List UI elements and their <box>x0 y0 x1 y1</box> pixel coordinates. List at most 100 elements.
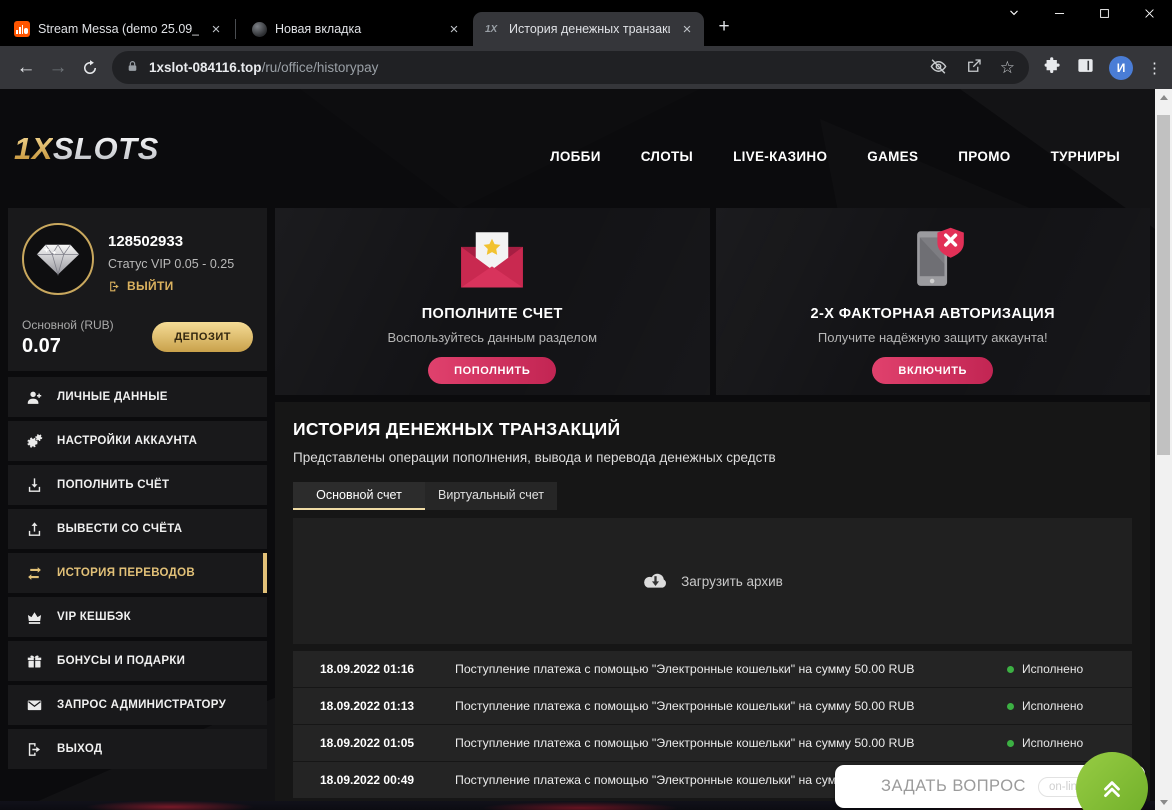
toolbar-icons: И ⋮ <box>1043 55 1162 80</box>
profile-avatar[interactable]: И <box>1109 55 1133 80</box>
vip-status: Статус VIP 0.05 - 0.25 <box>108 257 235 271</box>
transaction-description: Поступление платежа с помощью "Электронн… <box>455 699 915 713</box>
sidebar-item-exit[interactable]: ВЫХОД <box>8 729 267 769</box>
promo-title: ПОПОЛНИТЕ СЧЕТ <box>421 306 563 322</box>
top-up-button[interactable]: ПОПОЛНИТЬ <box>428 357 557 384</box>
new-tab-button[interactable]: + <box>710 13 738 41</box>
sidebar-item-transfer-history[interactable]: ИСТОРИЯ ПЕРЕВОДОВ <box>8 553 267 593</box>
page-scrollbar[interactable] <box>1155 89 1172 810</box>
browser-tab-newtab[interactable]: Новая вкладка × <box>240 12 471 46</box>
promo-subtitle: Получите надёжную защиту аккаунта! <box>817 330 1048 345</box>
nav-tournaments[interactable]: ТУРНИРЫ <box>1051 149 1120 164</box>
status-dot-icon <box>1007 702 1014 710</box>
close-tab-icon[interactable]: × <box>678 20 696 38</box>
browser-menu-icon[interactable]: ⋮ <box>1147 59 1162 77</box>
enable-2fa-button[interactable]: ВКЛЮЧИТЬ <box>872 357 994 384</box>
nav-promo[interactable]: ПРОМО <box>958 149 1010 164</box>
window-controls <box>1007 6 1156 20</box>
close-tab-icon[interactable]: × <box>207 20 225 38</box>
diamond-avatar-icon <box>22 223 94 295</box>
transaction-date: 18.09.2022 00:49 <box>320 773 415 787</box>
account-tabs: Основной счет Виртуальный счет <box>293 482 1132 510</box>
1x-favicon: 1X <box>485 23 498 35</box>
nav-games[interactable]: GAMES <box>867 149 918 164</box>
share-icon[interactable] <box>965 57 983 78</box>
status-dot-icon <box>1007 739 1014 747</box>
download-archive-button[interactable]: Загрузить архив <box>293 518 1132 644</box>
status-badge: Исполнено <box>1007 699 1132 713</box>
history-panel: ИСТОРИЯ ДЕНЕЖНЫХ ТРАНЗАКЦИЙ Представлены… <box>275 402 1150 810</box>
minimize-icon[interactable] <box>1053 7 1066 20</box>
browser-toolbar: ← → 1xslot-084116.top/ru/office/historyp… <box>0 46 1172 89</box>
extensions-puzzle-icon[interactable] <box>1043 56 1062 80</box>
reload-icon[interactable] <box>74 52 106 84</box>
site-logo[interactable]: 1XSLOTS <box>14 131 159 167</box>
page-title: ИСТОРИЯ ДЕНЕЖНЫХ ТРАНЗАКЦИЙ <box>293 419 621 439</box>
status-badge: Исполнено <box>1007 662 1132 676</box>
nav-live-casino[interactable]: LIVE-КАЗИНО <box>733 149 827 164</box>
gears-icon <box>27 433 43 448</box>
exit-icon <box>28 742 41 756</box>
tab-title: Новая вкладка <box>275 22 362 36</box>
logo-slots: SLOTS <box>52 131 159 166</box>
tab-main-account[interactable]: Основной счет <box>293 482 425 510</box>
deposit-button[interactable]: ДЕПОЗИТ <box>152 322 253 352</box>
page-subtitle: Представлены операции пополнения, вывода… <box>293 450 776 465</box>
url-path: /ru/office/historypay <box>261 60 379 75</box>
sidebar-item-bonuses[interactable]: БОНУСЫ И ПОДАРКИ <box>8 641 267 681</box>
soundcloud-icon <box>14 21 30 37</box>
promo-title: 2-Х ФАКТОРНАЯ АВТОРИЗАЦИЯ <box>810 306 1055 322</box>
table-row[interactable]: 18.09.2022 01:05 Поступление платежа с п… <box>293 725 1132 761</box>
user-plus-icon <box>27 391 42 404</box>
side-panel-icon[interactable] <box>1076 56 1095 80</box>
close-tab-icon[interactable]: × <box>445 20 463 38</box>
site-content: 1XSLOTS ЛОББИ СЛОТЫ LIVE-КАЗИНО GAMES ПР… <box>0 89 1155 810</box>
tab-separator <box>235 19 236 39</box>
main-content: ПОПОЛНИТЕ СЧЕТ Воспользуйтесь данным раз… <box>275 208 1150 810</box>
promo-card-2fa: 2-Х ФАКТОРНАЯ АВТОРИЗАЦИЯ Получите надёж… <box>715 208 1150 395</box>
forward-icon[interactable]: → <box>42 52 74 84</box>
tab-virtual-account[interactable]: Виртуальный счет <box>425 482 557 510</box>
scrollbar-thumb[interactable] <box>1157 115 1170 455</box>
transfer-icon <box>28 566 41 580</box>
sidebar-item-withdraw[interactable]: ВЫВЕСТИ СО СЧЁТА <box>8 509 267 549</box>
promo-subtitle: Воспользуйтесь данным разделом <box>387 330 598 345</box>
logout-link[interactable]: ВЫЙТИ <box>108 279 174 293</box>
promo-card-top-up: ПОПОЛНИТЕ СЧЕТ Воспользуйтесь данным раз… <box>275 208 710 395</box>
chevron-up-double-icon <box>1104 781 1120 797</box>
transaction-description: Поступление платежа с помощью "Электронн… <box>455 736 915 750</box>
eye-off-icon[interactable] <box>929 57 948 79</box>
chat-widget[interactable]: ЗАДАТЬ ВОПРОС on-line <box>835 752 1148 810</box>
sidebar-item-vip-cashback[interactable]: VIP КЕШБЭК <box>8 597 267 637</box>
address-bar[interactable]: 1xslot-084116.top/ru/office/historypay ☆ <box>112 51 1029 84</box>
transaction-description: Поступление платежа с помощью "Электронн… <box>455 662 915 676</box>
account-sidebar: 128502933 Статус VIP 0.05 - 0.25 ВЫЙТИ О… <box>8 208 267 773</box>
sidebar-item-top-up[interactable]: ПОПОЛНИТЬ СЧЁТ <box>8 465 267 505</box>
nav-slots[interactable]: СЛОТЫ <box>641 149 693 164</box>
scroll-up-icon[interactable] <box>1155 89 1172 105</box>
phone-shield-icon <box>896 220 970 300</box>
sidebar-item-personal-data[interactable]: ЛИЧНЫЕ ДАННЫЕ <box>8 377 267 417</box>
sidebar-item-account-settings[interactable]: НАСТРОЙКИ АККАУНТА <box>8 421 267 461</box>
mail-icon <box>27 700 42 710</box>
gift-icon <box>27 655 42 668</box>
table-row[interactable]: 18.09.2022 01:13 Поступление платежа с п… <box>293 688 1132 724</box>
scroll-down-icon[interactable] <box>1155 794 1172 810</box>
close-window-icon[interactable] <box>1143 7 1156 20</box>
table-row[interactable]: 18.09.2022 01:16 Поступление платежа с п… <box>293 651 1132 687</box>
withdraw-icon <box>28 521 41 536</box>
web-page: 1XSLOTS ЛОББИ СЛОТЫ LIVE-КАЗИНО GAMES ПР… <box>0 89 1172 810</box>
browser-window: Stream Messa (demo 25.09_3) by × Новая в… <box>0 0 1172 810</box>
browser-tab-stream[interactable]: Stream Messa (demo 25.09_3) by × <box>2 12 233 46</box>
cloud-download-icon <box>644 573 667 588</box>
maximize-icon[interactable] <box>1098 7 1111 20</box>
sidebar-item-admin-request[interactable]: ЗАПРОС АДМИНИСТРАТОРУ <box>8 685 267 725</box>
nav-lobby[interactable]: ЛОББИ <box>550 149 601 164</box>
bookmark-star-icon[interactable]: ☆ <box>1000 59 1015 76</box>
back-icon[interactable]: ← <box>10 52 42 84</box>
transaction-date: 18.09.2022 01:05 <box>320 736 415 750</box>
chat-label: ЗАДАТЬ ВОПРОС <box>881 777 1026 795</box>
browser-tab-history-active[interactable]: 1X История денежных транзакций × <box>473 12 704 46</box>
crown-icon <box>27 611 42 624</box>
chevron-down-icon[interactable] <box>1007 6 1021 20</box>
